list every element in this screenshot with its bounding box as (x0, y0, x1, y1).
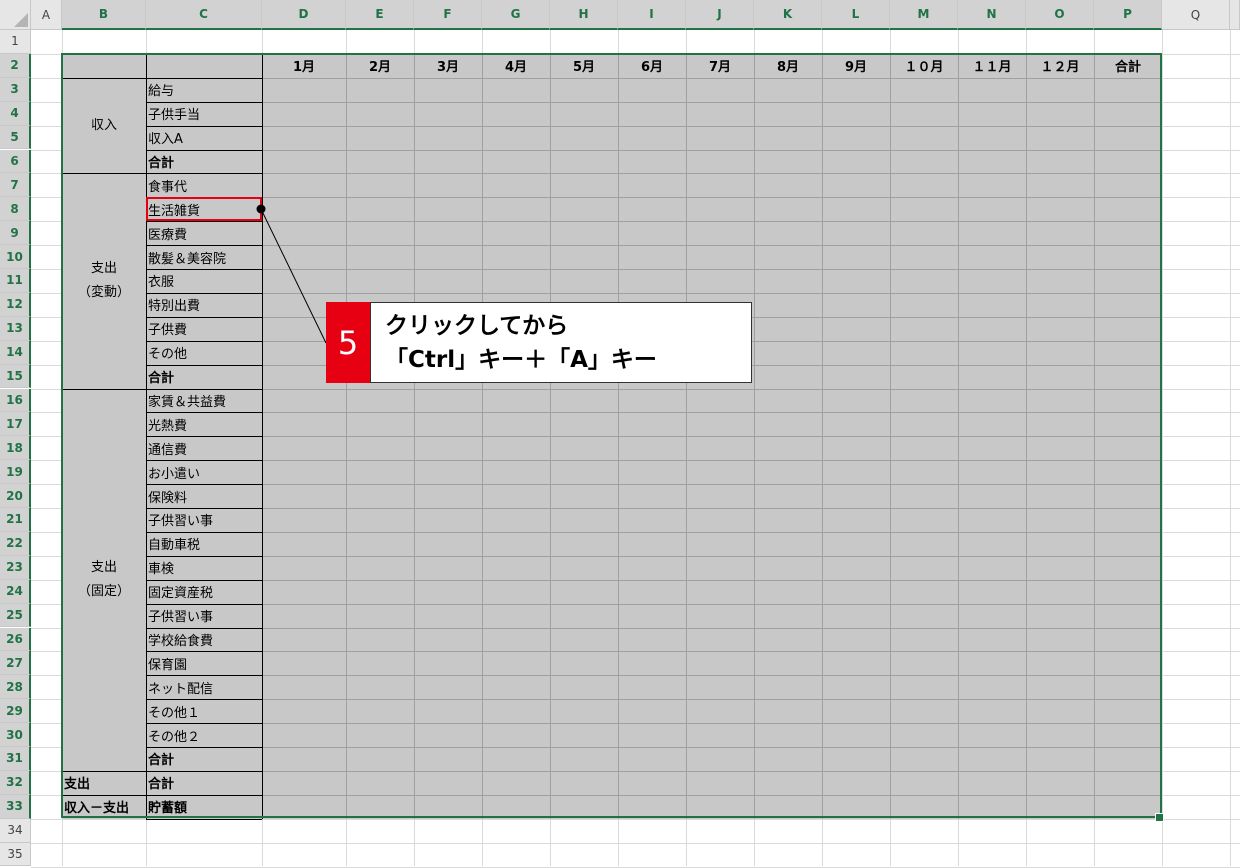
instruction-text-box: クリックしてから 「Ctrl」キー＋「A」キー (370, 302, 752, 383)
gridline-horizontal (31, 866, 1240, 868)
instruction-line-1: クリックしてから (385, 313, 569, 339)
instruction-line-2: 「Ctrl」キー＋「A」キー (385, 347, 657, 373)
selection-outline (61, 53, 1162, 818)
instruction-callout: 5 クリックしてから 「Ctrl」キー＋「A」キー (326, 302, 752, 383)
fill-handle[interactable] (1155, 813, 1164, 822)
spreadsheet-grid[interactable]: ABCDEFGHIJKLMNOPQ 1 2 3 4 5 6 7 8 9 10 11 12 13 14 15 1… (0, 0, 1240, 868)
step-number-badge: 5 (326, 302, 370, 383)
